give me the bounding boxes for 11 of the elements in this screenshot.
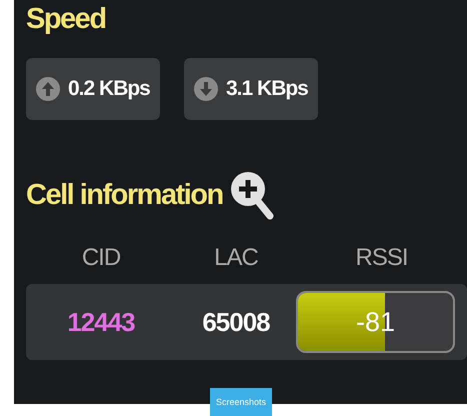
speed-value: 0.2 KBps	[68, 77, 150, 101]
zoom-in-icon[interactable]	[228, 170, 275, 220]
column-header: RSSI	[355, 244, 408, 272]
column-header: CID	[82, 244, 120, 272]
cid-value: 12443	[67, 306, 135, 338]
rssi-reading: -81	[354, 307, 396, 338]
lac-value: 65008	[202, 306, 270, 338]
speed-value: 3.1 KBps	[226, 77, 308, 101]
section-title: Speed	[26, 2, 107, 36]
column-header: LAC	[214, 244, 258, 272]
section-title: Cell information	[26, 178, 223, 212]
